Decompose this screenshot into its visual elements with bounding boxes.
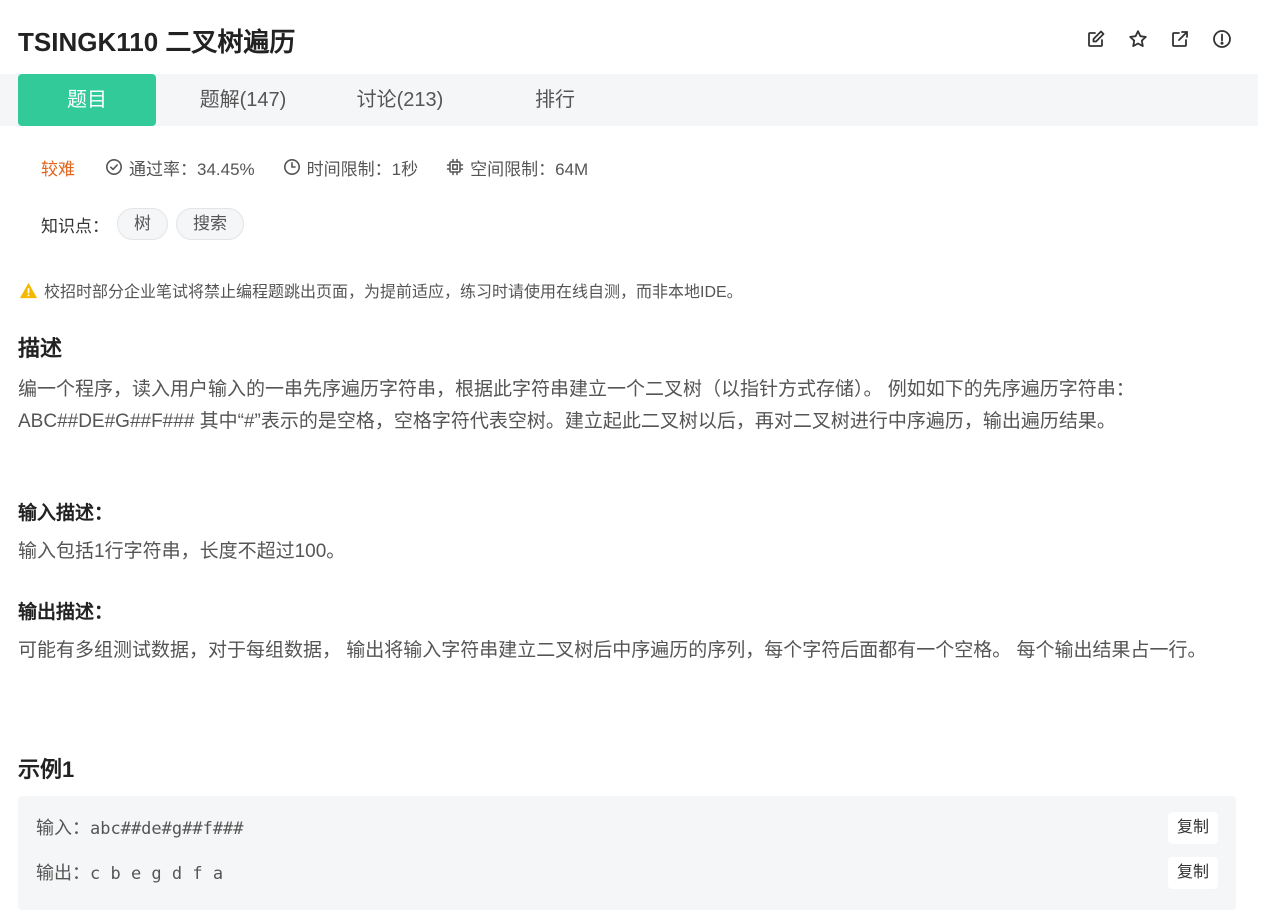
example-box: 输入：abc##de#g##f### 复制 输出：c b e g d f a 复… [18, 796, 1236, 910]
space-limit: 空间限制：64M [446, 155, 588, 180]
example-output-value: c b e g d f a [90, 864, 224, 884]
knowledge-tags: 知识点： 树 搜索 [41, 208, 244, 240]
tab-problem[interactable]: 题目 [18, 74, 156, 126]
info-icon[interactable] [1211, 28, 1233, 50]
tab-ranking[interactable]: 排行 [486, 74, 624, 126]
star-icon[interactable] [1127, 28, 1149, 50]
knowledge-label: 知识点： [41, 216, 109, 236]
copy-input-button[interactable]: 复制 [1167, 812, 1218, 844]
notice-text: 校招时部分企业笔试将禁止编程题跳出页面，为提前适应，练习时请使用在线自测，而非本… [44, 284, 743, 301]
example-input-value: abc##de#g##f### [90, 819, 244, 839]
chip-icon [446, 158, 464, 176]
external-link-icon[interactable] [1169, 28, 1191, 50]
time-limit: 时间限制：1秒 [283, 155, 418, 180]
copy-output-button[interactable]: 复制 [1167, 857, 1218, 889]
problem-header: TSINGK110 二叉树遍历 [0, 0, 1263, 74]
example-input-label: 输入： [36, 818, 90, 838]
header-actions [1085, 28, 1233, 50]
check-circle-icon [106, 159, 122, 175]
difficulty-badge: 较难 [41, 159, 75, 179]
edit-icon[interactable] [1085, 28, 1107, 50]
example-heading: 示例1 [18, 757, 75, 782]
pass-rate-text: 通过率：34.45% [129, 159, 255, 179]
example-output-row: 输出：c b e g d f a [36, 858, 223, 888]
example-output-label: 输出： [36, 863, 90, 883]
clock-icon [283, 159, 300, 175]
time-limit-text: 时间限制：1秒 [306, 159, 419, 179]
tab-discussion[interactable]: 讨论(213) [330, 74, 470, 126]
problem-meta: 较难 通过率：34.45% 时间限制：1秒 空间限制：64M [41, 154, 616, 180]
space-limit-text: 空间限制：64M [470, 159, 589, 179]
problem-tabs: 题目 题解(147) 讨论(213) 排行 [0, 74, 1258, 126]
input-desc-heading: 输入描述： [18, 503, 114, 524]
tag-tree[interactable]: 树 [117, 208, 168, 240]
pass-rate: 通过率：34.45% [105, 155, 255, 180]
output-desc-heading: 输出描述： [18, 602, 114, 623]
description-heading: 描述 [18, 336, 63, 361]
warning-icon [19, 282, 38, 298]
tag-search[interactable]: 搜索 [176, 208, 244, 240]
problem-page: TSINGK110 二叉树遍历 题目 题解(147) 讨论(213) 排行 较难… [0, 0, 1263, 918]
problem-title: TSINGK110 二叉树遍历 [18, 27, 296, 57]
input-desc-text: 输入包括1行字符串，长度不超过100。 [18, 541, 346, 562]
description-text: 编一个程序，读入用户输入的一串先序遍历字符串，根据此字符串建立一个二叉树（以指针… [18, 379, 1135, 432]
output-desc-text: 可能有多组测试数据，对于每组数据， 输出将输入字符串建立二叉树后中序遍历的序列，… [18, 640, 1207, 661]
ide-notice: 校招时部分企业笔试将禁止编程题跳出页面，为提前适应，练习时请使用在线自测，而非本… [19, 278, 743, 302]
example-input-row: 输入：abc##de#g##f### [36, 813, 244, 843]
tab-solutions[interactable]: 题解(147) [173, 74, 313, 126]
